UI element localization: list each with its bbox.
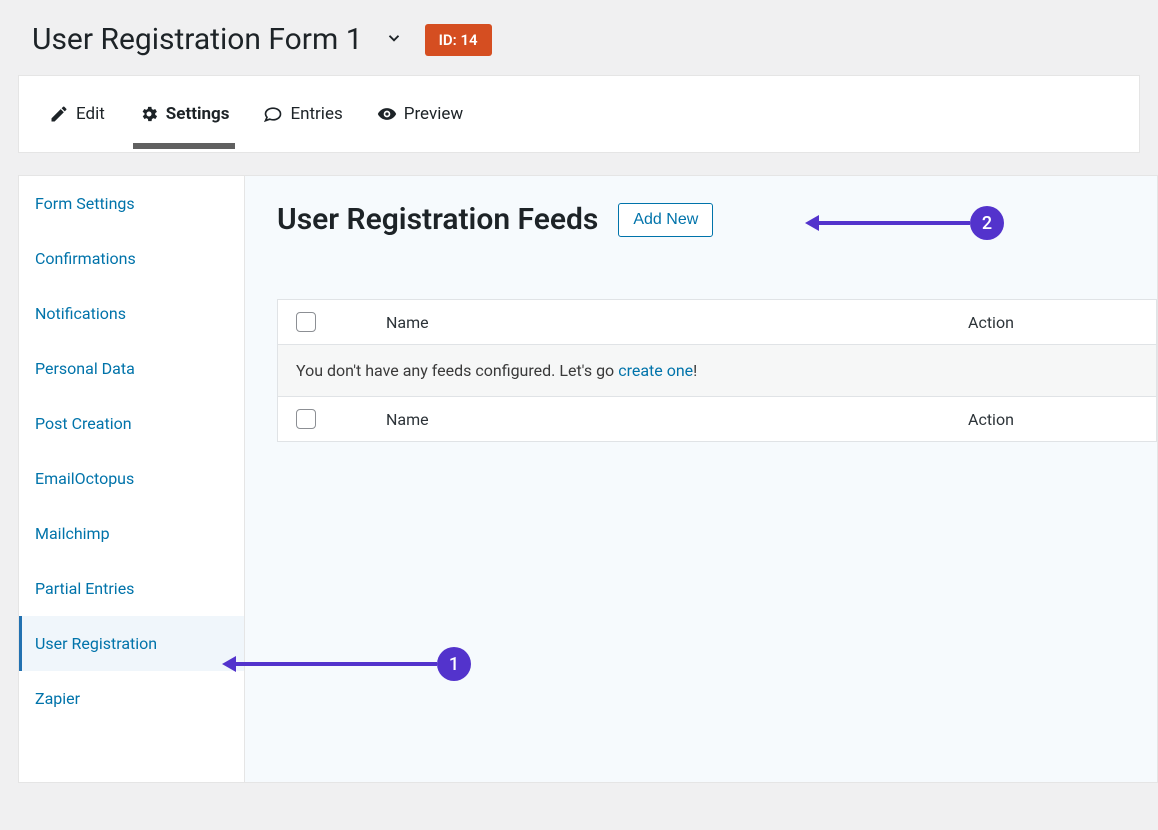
sidebar-item-zapier[interactable]: Zapier xyxy=(19,671,244,726)
table-footer-row: Name Action xyxy=(278,397,1156,442)
main-panel: User Registration Feeds Add New Name Act… xyxy=(245,176,1157,782)
tab-settings-label: Settings xyxy=(166,104,230,124)
empty-message-suffix: ! xyxy=(693,361,697,380)
select-all-checkbox-top[interactable] xyxy=(296,312,316,332)
tab-settings[interactable]: Settings xyxy=(137,80,232,148)
empty-message-prefix: You don't have any feeds configured. Let… xyxy=(296,361,614,380)
empty-message-row: You don't have any feeds configured. Let… xyxy=(278,345,1156,397)
column-header-action: Action xyxy=(968,313,1138,332)
callout-1: 1 xyxy=(222,647,472,681)
column-footer-action: Action xyxy=(968,410,1138,429)
create-one-link[interactable]: create one xyxy=(618,361,693,380)
tab-entries-label: Entries xyxy=(290,104,342,124)
sidebar-item-notifications[interactable]: Notifications xyxy=(19,286,244,341)
feeds-title: User Registration Feeds xyxy=(277,202,598,237)
tab-bar: Edit Settings Entries Preview xyxy=(18,75,1140,153)
feeds-table: Name Action You don't have any feeds con… xyxy=(277,299,1157,442)
tab-edit-label: Edit xyxy=(76,104,105,124)
column-header-name[interactable]: Name xyxy=(386,313,968,332)
select-all-checkbox-bottom[interactable] xyxy=(296,409,316,429)
sidebar-item-confirmations[interactable]: Confirmations xyxy=(19,231,244,286)
sidebar-item-partial-entries[interactable]: Partial Entries xyxy=(19,561,244,616)
tab-edit[interactable]: Edit xyxy=(47,80,107,148)
chevron-down-icon[interactable] xyxy=(381,25,407,55)
tab-preview[interactable]: Preview xyxy=(375,80,465,148)
tab-entries[interactable]: Entries xyxy=(261,80,344,148)
sidebar-item-personal-data[interactable]: Personal Data xyxy=(19,341,244,396)
tab-preview-label: Preview xyxy=(404,104,463,124)
sidebar-item-user-registration[interactable]: User Registration xyxy=(19,616,244,671)
settings-sidebar: Form SettingsConfirmationsNotificationsP… xyxy=(19,176,245,782)
sidebar-item-emailoctopus[interactable]: EmailOctopus xyxy=(19,451,244,506)
id-badge: ID: 14 xyxy=(425,24,492,56)
column-footer-name[interactable]: Name xyxy=(386,410,968,429)
sidebar-item-form-settings[interactable]: Form Settings xyxy=(19,176,244,231)
table-header-row: Name Action xyxy=(278,300,1156,345)
callout-badge-1: 1 xyxy=(437,647,471,681)
add-new-button[interactable]: Add New xyxy=(618,203,713,237)
sidebar-item-post-creation[interactable]: Post Creation xyxy=(19,396,244,451)
page-title: User Registration Form 1 xyxy=(32,22,363,57)
sidebar-item-mailchimp[interactable]: Mailchimp xyxy=(19,506,244,561)
